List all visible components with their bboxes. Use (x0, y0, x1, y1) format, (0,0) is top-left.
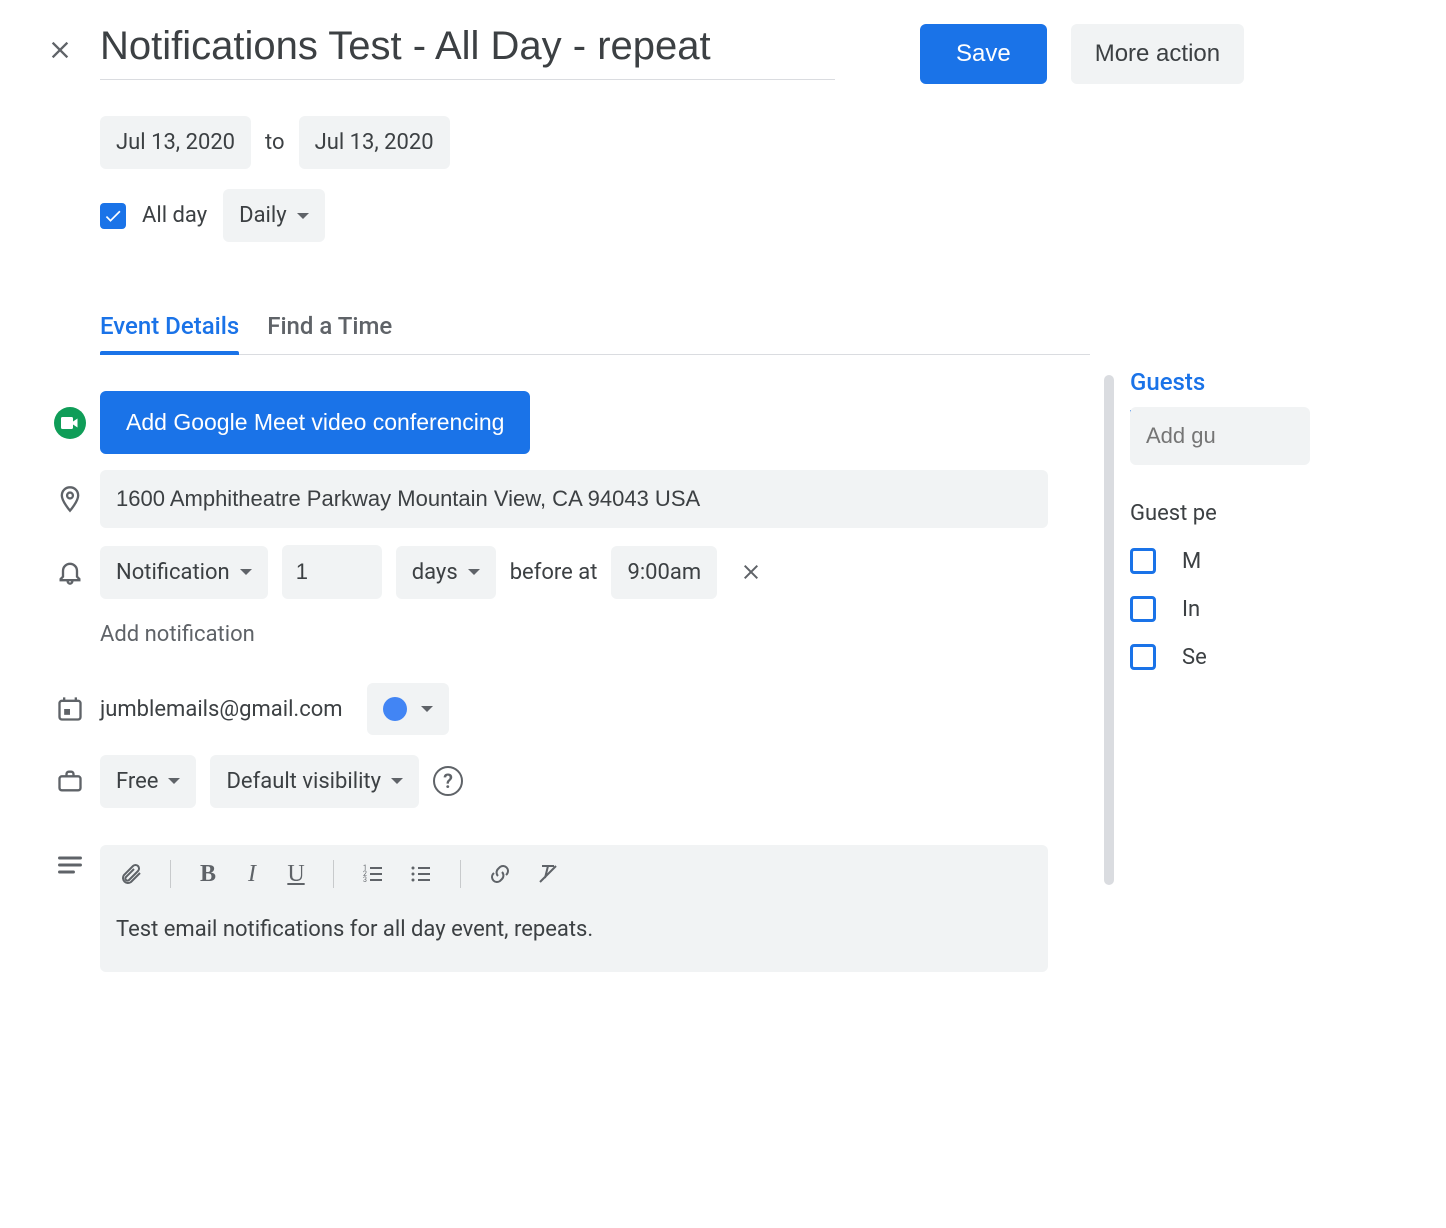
numbered-list-button[interactable]: 123 (358, 859, 388, 889)
visibility-dropdown[interactable]: Default visibility (210, 755, 419, 808)
calendar-color-dropdown[interactable] (367, 683, 449, 735)
visibility-help-button[interactable]: ? (433, 766, 463, 796)
briefcase-icon (56, 767, 84, 795)
visibility-value: Default visibility (226, 769, 381, 794)
clear-formatting-button[interactable] (533, 859, 563, 889)
chevron-down-icon (421, 706, 433, 712)
description-text[interactable]: Test email notifications for all day eve… (116, 917, 1032, 942)
recurrence-value: Daily (239, 203, 287, 228)
perm-modify-checkbox[interactable] (1130, 548, 1156, 574)
bold-button[interactable]: B (195, 861, 221, 888)
underline-button[interactable]: U (283, 861, 309, 888)
meet-icon (54, 407, 86, 439)
editor-toolbar: B I U 123 (116, 859, 1032, 899)
close-button[interactable] (40, 30, 80, 70)
notification-count-input[interactable] (282, 545, 382, 599)
color-swatch (383, 697, 407, 721)
notification-type-value: Notification (116, 560, 230, 585)
chevron-down-icon (468, 569, 480, 575)
tab-guests[interactable]: Guests (1130, 358, 1205, 414)
save-button[interactable]: Save (920, 24, 1047, 84)
start-date-chip[interactable]: Jul 13, 2020 (100, 116, 251, 169)
attach-button[interactable] (116, 859, 146, 889)
chevron-down-icon (240, 569, 252, 575)
chevron-down-icon (297, 213, 309, 219)
tab-event-details[interactable]: Event Details (100, 302, 239, 354)
add-meet-button[interactable]: Add Google Meet video conferencing (100, 391, 530, 454)
chevron-down-icon (168, 778, 180, 784)
close-icon (739, 560, 763, 584)
perm-modify-label: M (1182, 549, 1201, 574)
calendar-owner: jumblemails@gmail.com (100, 697, 343, 722)
availability-value: Free (116, 769, 158, 794)
checkmark-icon (103, 206, 123, 226)
bulleted-list-icon (409, 862, 433, 886)
italic-button[interactable]: I (239, 861, 265, 888)
numbered-list-icon: 123 (361, 862, 385, 886)
before-at-label: before at (510, 560, 598, 585)
all-day-label: All day (142, 203, 207, 228)
chevron-down-icon (391, 778, 403, 784)
clear-formatting-icon (536, 862, 560, 886)
guest-permissions-header: Guest pe (1130, 501, 1310, 526)
scrollbar-thumb[interactable] (1104, 375, 1114, 885)
notification-type-dropdown[interactable]: Notification (100, 546, 268, 599)
notification-unit-dropdown[interactable]: days (396, 546, 496, 599)
tab-find-a-time[interactable]: Find a Time (267, 302, 392, 354)
bell-icon (56, 558, 84, 586)
paperclip-icon (119, 862, 143, 886)
add-guests-input[interactable] (1130, 407, 1310, 465)
notification-time-chip[interactable]: 9:00am (611, 546, 717, 599)
link-icon (488, 862, 512, 886)
to-label: to (265, 130, 285, 155)
all-day-checkbox[interactable] (100, 203, 126, 229)
perm-invite-checkbox[interactable] (1130, 596, 1156, 622)
location-icon (56, 485, 84, 513)
svg-text:3: 3 (363, 876, 367, 884)
perm-see-checkbox[interactable] (1130, 644, 1156, 670)
end-date-chip[interactable]: Jul 13, 2020 (299, 116, 450, 169)
calendar-icon (56, 695, 84, 723)
close-icon (46, 36, 74, 64)
perm-invite-label: In (1182, 597, 1200, 622)
description-icon (56, 851, 84, 879)
notification-unit-value: days (412, 560, 458, 585)
event-title-input[interactable] (100, 20, 835, 80)
more-actions-button[interactable]: More action (1071, 24, 1244, 84)
perm-see-label: Se (1182, 645, 1207, 670)
bulleted-list-button[interactable] (406, 859, 436, 889)
location-input[interactable] (100, 470, 1048, 528)
add-notification-button[interactable]: Add notification (100, 622, 1100, 647)
availability-dropdown[interactable]: Free (100, 755, 196, 808)
scrollbar[interactable] (1104, 375, 1114, 885)
recurrence-dropdown[interactable]: Daily (223, 189, 325, 242)
link-button[interactable] (485, 859, 515, 889)
remove-notification-button[interactable] (731, 552, 771, 592)
